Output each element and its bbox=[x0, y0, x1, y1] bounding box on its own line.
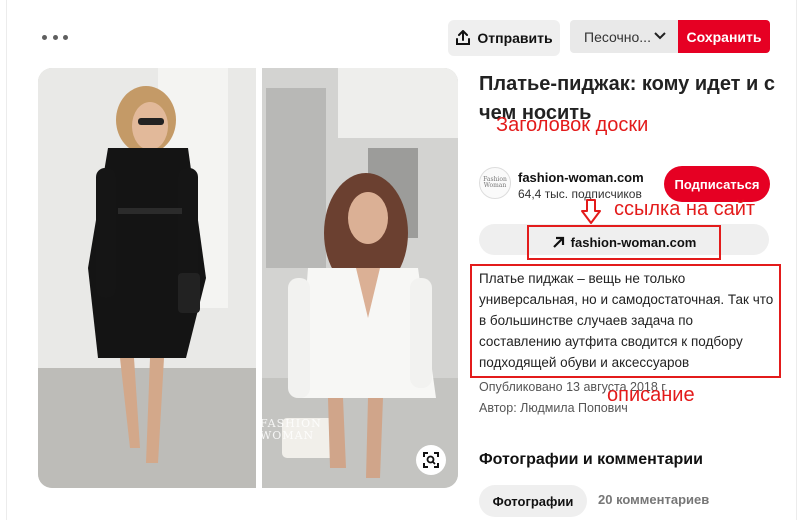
pin-photo bbox=[38, 68, 458, 488]
lens-icon bbox=[423, 452, 439, 468]
comments-section-title: Фотографии и комментарии bbox=[479, 451, 703, 468]
more-icon bbox=[42, 34, 47, 40]
annotation-site-link: ссылка на сайт bbox=[614, 198, 756, 220]
share-button[interactable]: Отправить bbox=[448, 20, 560, 56]
source-link-label: fashion-woman.com bbox=[570, 235, 697, 250]
down-arrow-icon bbox=[581, 199, 601, 224]
photo-watermark: FASHION WOMAN bbox=[260, 417, 322, 442]
share-icon bbox=[456, 30, 471, 45]
board-select[interactable]: Песочно... bbox=[570, 20, 678, 53]
chevron-down-icon bbox=[654, 32, 666, 40]
author-credit: Автор: Людмила Попович bbox=[479, 401, 628, 415]
tab-photos[interactable]: Фотографии bbox=[479, 485, 587, 517]
tab-comments[interactable]: 20 комментариев bbox=[598, 492, 709, 507]
follow-button[interactable]: Подписаться bbox=[664, 166, 770, 202]
pin-description: Платье пиджак – вещь не только универсал… bbox=[479, 271, 774, 370]
share-button-label: Отправить bbox=[477, 30, 553, 46]
annotation-description: описание bbox=[607, 384, 695, 406]
author-avatar[interactable]: Fashion Woman bbox=[479, 167, 511, 199]
pin-image[interactable]: FASHION WOMAN bbox=[38, 68, 458, 488]
author-name[interactable]: fashion-woman.com bbox=[518, 170, 644, 185]
save-button[interactable]: Сохранить bbox=[678, 20, 770, 53]
more-options-button[interactable] bbox=[42, 30, 68, 44]
annotation-board-title: Заголовок доски bbox=[496, 114, 649, 136]
visual-search-button[interactable] bbox=[416, 445, 446, 475]
board-select-value: Песочно... bbox=[584, 28, 651, 45]
source-link[interactable]: fashion-woman.com bbox=[527, 225, 721, 260]
arrow-up-right-icon bbox=[552, 236, 564, 248]
